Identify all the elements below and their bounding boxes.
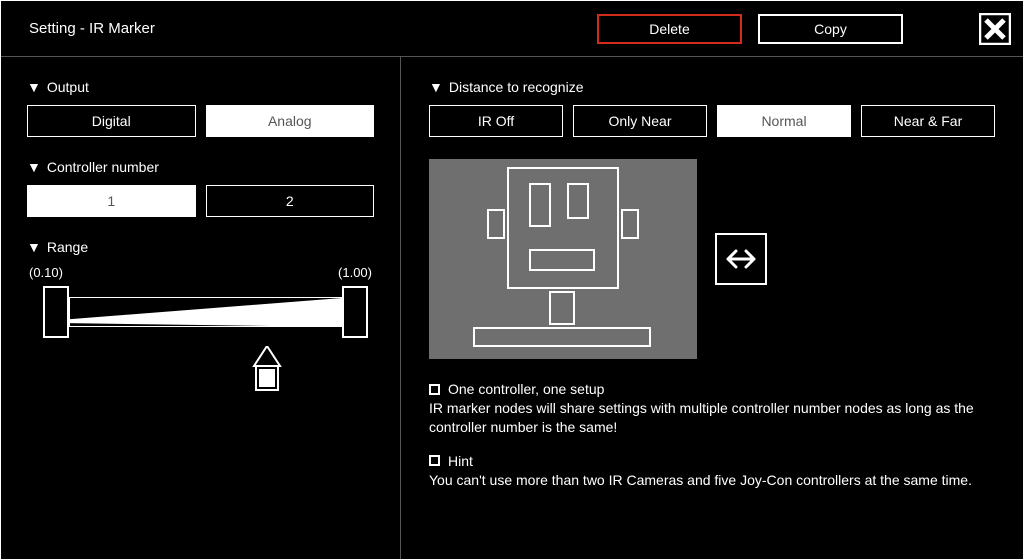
range-slider[interactable] — [27, 286, 374, 338]
square-bullet-icon — [429, 455, 440, 466]
controller-section-header[interactable]: ▼ Controller number — [27, 159, 374, 175]
right-column: ▼ Distance to recognize IR Off Only Near… — [401, 57, 1023, 559]
range-section-header[interactable]: ▼ Range — [27, 239, 374, 255]
output-digital-button[interactable]: Digital — [27, 105, 196, 137]
range-min-handle[interactable] — [43, 286, 69, 338]
triangle-down-icon: ▼ — [27, 239, 41, 255]
range-pointer — [27, 346, 374, 396]
distance-section-header[interactable]: ▼ Distance to recognize — [429, 79, 995, 95]
note2-heading-row: Hint — [429, 453, 995, 469]
left-column: ▼ Output Digital Analog ▼ Controller num… — [1, 57, 401, 559]
note2-heading: Hint — [448, 453, 473, 469]
distance-label: Distance to recognize — [449, 79, 584, 95]
pencil-icon[interactable] — [252, 346, 282, 395]
close-button[interactable] — [979, 13, 1011, 45]
note1-heading: One controller, one setup — [448, 381, 604, 397]
output-analog-button[interactable]: Analog — [206, 105, 375, 137]
swap-horizontal-icon — [724, 248, 758, 270]
delete-button[interactable]: Delete — [597, 14, 742, 44]
controller-label: Controller number — [47, 159, 159, 175]
triangle-down-icon: ▼ — [429, 79, 443, 95]
output-section-header[interactable]: ▼ Output — [27, 79, 374, 95]
distance-onlynear-button[interactable]: Only Near — [573, 105, 707, 137]
output-label: Output — [47, 79, 89, 95]
triangle-down-icon: ▼ — [27, 159, 41, 175]
body: ▼ Output Digital Analog ▼ Controller num… — [1, 57, 1023, 559]
range-max-handle[interactable] — [342, 286, 368, 338]
swap-button[interactable] — [715, 233, 767, 285]
controller-2-button[interactable]: 2 — [206, 185, 375, 217]
range-value-labels: (0.10) (1.00) — [27, 265, 374, 280]
settings-window: Setting - IR Marker Delete Copy ▼ Output… — [0, 0, 1024, 560]
note2-body: You can't use more than two IR Cameras a… — [429, 471, 995, 490]
ir-diagram — [429, 159, 697, 359]
range-wedge — [69, 298, 342, 327]
copy-button[interactable]: Copy — [758, 14, 903, 44]
note1-heading-row: One controller, one setup — [429, 381, 995, 397]
controller-options: 1 2 — [27, 185, 374, 217]
range-min-label: (0.10) — [29, 265, 63, 280]
diagram-row — [429, 159, 995, 359]
range-max-label: (1.00) — [338, 265, 372, 280]
output-options: Digital Analog — [27, 105, 374, 137]
window-title: Setting - IR Marker — [29, 20, 581, 37]
triangle-down-icon: ▼ — [27, 79, 41, 95]
distance-options: IR Off Only Near Normal Near & Far — [429, 105, 995, 137]
distance-iroff-button[interactable]: IR Off — [429, 105, 563, 137]
note1-body: IR marker nodes will share settings with… — [429, 399, 995, 437]
titlebar: Setting - IR Marker Delete Copy — [1, 1, 1023, 57]
range-label: Range — [47, 239, 88, 255]
close-icon — [979, 13, 1011, 45]
controller-1-button[interactable]: 1 — [27, 185, 196, 217]
distance-nearfar-button[interactable]: Near & Far — [861, 105, 995, 137]
square-bullet-icon — [429, 384, 440, 395]
distance-normal-button[interactable]: Normal — [717, 105, 851, 137]
